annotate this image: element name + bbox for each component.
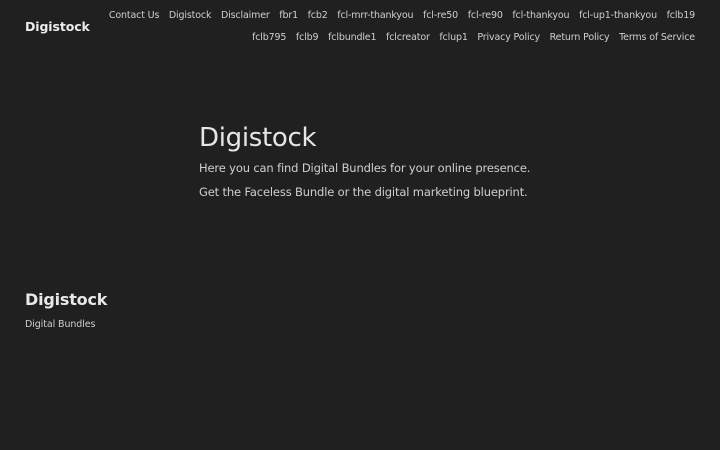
page-title: Digistock bbox=[199, 123, 317, 153]
nav-link-fbr1[interactable]: fbr1 bbox=[279, 5, 298, 27]
page: Digistock Contact Us Digistock Disclaime… bbox=[0, 0, 720, 450]
intro-text: Here you can find Digital Bundles for yo… bbox=[199, 161, 531, 175]
nav-link-fclb9[interactable]: fclb9 bbox=[296, 27, 319, 49]
nav-link-fclb795[interactable]: fclb795 bbox=[252, 27, 286, 49]
footer-tagline: Digital Bundles bbox=[25, 319, 96, 330]
footer-site-title: Digistock bbox=[25, 290, 108, 309]
nav-link-fclbundle1[interactable]: fclbundle1 bbox=[328, 27, 376, 49]
site-title-link[interactable]: Digistock bbox=[25, 19, 90, 34]
nav-link-digistock[interactable]: Digistock bbox=[169, 5, 212, 27]
nav-link-contact-us[interactable]: Contact Us bbox=[109, 5, 160, 27]
nav-link-fclup1[interactable]: fclup1 bbox=[439, 27, 468, 49]
nav-link-fclb19[interactable]: fclb19 bbox=[667, 5, 696, 27]
hero-section: Digistock Here you can find Digital Bund… bbox=[199, 122, 530, 199]
nav-link-fcl-re90[interactable]: fcl-re90 bbox=[468, 5, 503, 27]
nav-link-fcl-mrr-thankyou[interactable]: fcl-mrr-thankyou bbox=[337, 5, 413, 27]
nav-link-fcb2[interactable]: fcb2 bbox=[308, 5, 328, 27]
nav-link-privacy-policy[interactable]: Privacy Policy bbox=[477, 27, 540, 49]
nav-link-fcl-up1-thankyou[interactable]: fcl-up1-thankyou bbox=[579, 5, 657, 27]
nav-link-return-policy[interactable]: Return Policy bbox=[550, 27, 610, 49]
header-nav: Contact Us Digistock Disclaimer fbr1 fcb… bbox=[92, 5, 695, 49]
nav-link-terms-of-service[interactable]: Terms of Service bbox=[619, 27, 695, 49]
nav-link-disclaimer[interactable]: Disclaimer bbox=[221, 5, 270, 27]
nav-link-fclcreator[interactable]: fclcreator bbox=[386, 27, 430, 49]
bundle-text: Get the Faceless Bundle or the digital m… bbox=[199, 185, 528, 199]
nav-link-fcl-re50[interactable]: fcl-re50 bbox=[423, 5, 458, 27]
nav-link-fcl-thankyou[interactable]: fcl-thankyou bbox=[512, 5, 569, 27]
